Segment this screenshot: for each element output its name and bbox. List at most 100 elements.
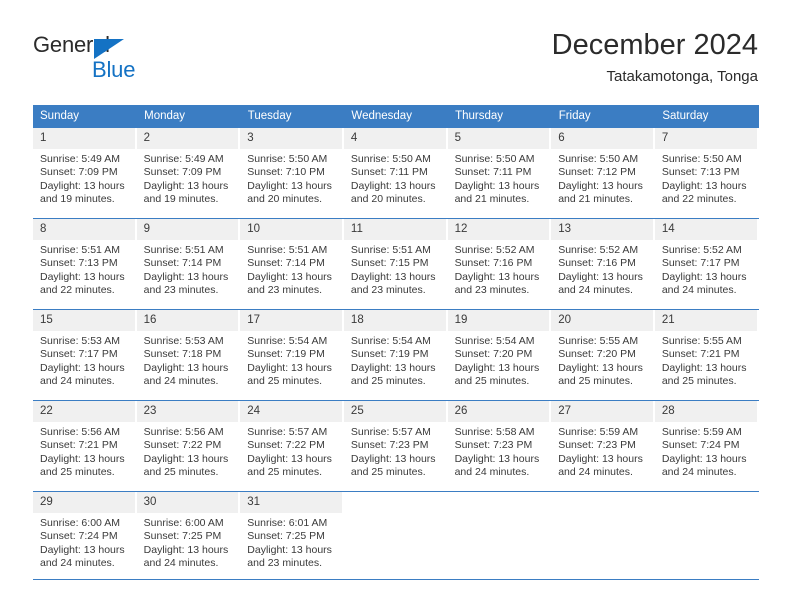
sunset-text: Sunset: 7:23 PM [350, 439, 429, 452]
sunset-text: Sunset: 7:14 PM [247, 257, 325, 270]
day-details: Sunrise: 5:59 AM Sunset: 7:24 PM Dayligh… [655, 422, 759, 479]
sunset-text: Sunset: 7:22 PM [247, 439, 325, 452]
daylight-text-line2: and 23 minutes. [247, 556, 322, 569]
day-number: 18 [343, 310, 448, 331]
daylight-text-line2: and 24 minutes. [661, 465, 737, 478]
day-cell[interactable]: 1 Sunrise: 5:49 AM Sunset: 7:09 PM Dayli… [33, 127, 137, 219]
calendar-week-row: 22 Sunrise: 5:56 AM Sunset: 7:21 PM Dayl… [33, 400, 759, 492]
sunrise-text: Sunrise: 5:49 AM [40, 153, 120, 165]
sunrise-text: Sunrise: 5:54 AM [247, 335, 328, 347]
day-cell[interactable]: 23 Sunrise: 5:56 AM Sunset: 7:22 PM Dayl… [136, 400, 241, 492]
sunset-text: Sunset: 7:25 PM [143, 530, 222, 543]
daylight-text-line1: Daylight: 13 hours [350, 179, 436, 192]
day-details: Sunrise: 5:49 AM Sunset: 7:09 PM Dayligh… [137, 149, 241, 206]
day-cell[interactable]: 7 Sunrise: 5:50 AM Sunset: 7:13 PM Dayli… [654, 127, 759, 219]
calendar-week-row: 1 Sunrise: 5:49 AM Sunset: 7:09 PM Dayli… [33, 127, 759, 219]
day-cell[interactable]: 28 Sunrise: 5:59 AM Sunset: 7:24 PM Dayl… [654, 400, 759, 492]
day-cell[interactable]: 11 Sunrise: 5:51 AM Sunset: 7:15 PM Dayl… [343, 218, 448, 310]
daylight-text-line2: and 25 minutes. [40, 465, 115, 478]
daylight-text-line1: Daylight: 13 hours [247, 179, 332, 192]
sunrise-text: Sunrise: 5:54 AM [350, 335, 431, 347]
sunset-text: Sunset: 7:12 PM [558, 166, 636, 179]
day-details: Sunrise: 5:51 AM Sunset: 7:14 PM Dayligh… [137, 240, 241, 297]
page-title: December 2024 [551, 29, 758, 61]
general-blue-logo[interactable]: General Blue [33, 33, 153, 82]
day-cell[interactable]: 13 Sunrise: 5:52 AM Sunset: 7:16 PM Dayl… [551, 218, 655, 310]
day-cell-empty [654, 491, 759, 582]
daylight-text-line2: and 24 minutes. [40, 374, 115, 387]
day-details: Sunrise: 5:56 AM Sunset: 7:22 PM Dayligh… [137, 422, 241, 479]
day-cell[interactable]: 14 Sunrise: 5:52 AM Sunset: 7:17 PM Dayl… [654, 218, 759, 310]
sunrise-text: Sunrise: 5:49 AM [143, 153, 224, 165]
sunset-text: Sunset: 7:21 PM [661, 348, 740, 361]
day-details: Sunrise: 5:53 AM Sunset: 7:18 PM Dayligh… [137, 331, 241, 388]
day-cell[interactable]: 9 Sunrise: 5:51 AM Sunset: 7:14 PM Dayli… [136, 218, 241, 310]
day-details: Sunrise: 6:01 AM Sunset: 7:25 PM Dayligh… [240, 513, 344, 570]
day-cell[interactable]: 4 Sunrise: 5:50 AM Sunset: 7:11 PM Dayli… [343, 127, 448, 219]
day-number: 27 [551, 401, 655, 422]
calendar-week-row: 29 Sunrise: 6:00 AM Sunset: 7:24 PM Dayl… [33, 491, 759, 582]
weekday-header-tuesday: Tuesday [240, 105, 345, 128]
day-cell[interactable]: 27 Sunrise: 5:59 AM Sunset: 7:23 PM Dayl… [551, 400, 655, 492]
sunrise-text: Sunrise: 5:56 AM [40, 426, 120, 438]
day-cell[interactable]: 24 Sunrise: 5:57 AM Sunset: 7:22 PM Dayl… [240, 400, 344, 492]
sunrise-text: Sunrise: 5:51 AM [247, 244, 328, 256]
day-cell[interactable]: 21 Sunrise: 5:55 AM Sunset: 7:21 PM Dayl… [654, 309, 759, 401]
day-number: 19 [447, 310, 552, 331]
daylight-text-line1: Daylight: 13 hours [661, 179, 747, 192]
sunrise-text: Sunrise: 5:57 AM [350, 426, 431, 438]
day-cell[interactable]: 20 Sunrise: 5:55 AM Sunset: 7:20 PM Dayl… [551, 309, 655, 401]
day-cell[interactable]: 10 Sunrise: 5:51 AM Sunset: 7:14 PM Dayl… [240, 218, 344, 310]
day-cell[interactable]: 19 Sunrise: 5:54 AM Sunset: 7:20 PM Dayl… [447, 309, 552, 401]
sunset-text: Sunset: 7:14 PM [143, 257, 222, 270]
day-number: 12 [447, 219, 552, 240]
daylight-text-line2: and 23 minutes. [454, 283, 530, 296]
sunset-text: Sunset: 7:20 PM [558, 348, 636, 361]
day-cell[interactable]: 8 Sunrise: 5:51 AM Sunset: 7:13 PM Dayli… [33, 218, 137, 310]
sunrise-text: Sunrise: 6:00 AM [40, 517, 120, 529]
day-number: 21 [654, 310, 759, 331]
sunrise-text: Sunrise: 5:55 AM [558, 335, 639, 347]
day-cell[interactable]: 25 Sunrise: 5:57 AM Sunset: 7:23 PM Dayl… [343, 400, 448, 492]
day-details: Sunrise: 5:50 AM Sunset: 7:11 PM Dayligh… [344, 149, 448, 206]
sunrise-text: Sunrise: 5:52 AM [661, 244, 742, 256]
day-number: 22 [33, 401, 137, 422]
daylight-text-line1: Daylight: 13 hours [558, 452, 643, 465]
daylight-text-line1: Daylight: 13 hours [454, 452, 540, 465]
day-cell[interactable]: 5 Sunrise: 5:50 AM Sunset: 7:11 PM Dayli… [447, 127, 552, 219]
day-cell[interactable]: 15 Sunrise: 5:53 AM Sunset: 7:17 PM Dayl… [33, 309, 137, 401]
day-cell[interactable]: 26 Sunrise: 5:58 AM Sunset: 7:23 PM Dayl… [447, 400, 552, 492]
day-cell[interactable]: 31 Sunrise: 6:01 AM Sunset: 7:25 PM Dayl… [240, 491, 344, 582]
day-number [551, 492, 655, 513]
day-number: 24 [240, 401, 344, 422]
day-cell[interactable]: 18 Sunrise: 5:54 AM Sunset: 7:19 PM Dayl… [343, 309, 448, 401]
day-cell[interactable]: 3 Sunrise: 5:50 AM Sunset: 7:10 PM Dayli… [240, 127, 344, 219]
day-cell[interactable]: 30 Sunrise: 6:00 AM Sunset: 7:25 PM Dayl… [136, 491, 241, 582]
day-cell[interactable]: 2 Sunrise: 5:49 AM Sunset: 7:09 PM Dayli… [136, 127, 241, 219]
day-number: 4 [343, 128, 448, 149]
day-number: 7 [654, 128, 759, 149]
daylight-text-line1: Daylight: 13 hours [247, 361, 332, 374]
day-cell[interactable]: 17 Sunrise: 5:54 AM Sunset: 7:19 PM Dayl… [240, 309, 344, 401]
sunrise-text: Sunrise: 5:53 AM [40, 335, 120, 347]
weekday-header-wednesday: Wednesday [343, 105, 449, 128]
day-cell[interactable]: 16 Sunrise: 5:53 AM Sunset: 7:18 PM Dayl… [136, 309, 241, 401]
title-block: December 2024 Tatakamotonga, Tonga [552, 28, 758, 87]
daylight-text-line2: and 24 minutes. [558, 283, 633, 296]
daylight-text-line1: Daylight: 13 hours [661, 270, 747, 283]
daylight-text-line1: Daylight: 13 hours [143, 452, 229, 465]
sunrise-text: Sunrise: 5:52 AM [454, 244, 535, 256]
daylight-text-line1: Daylight: 13 hours [40, 543, 125, 556]
day-cell[interactable]: 6 Sunrise: 5:50 AM Sunset: 7:12 PM Dayli… [551, 127, 655, 219]
day-cell[interactable]: 29 Sunrise: 6:00 AM Sunset: 7:24 PM Dayl… [33, 491, 137, 582]
day-number: 28 [654, 401, 759, 422]
daylight-text-line2: and 22 minutes. [40, 283, 115, 296]
daylight-text-line2: and 22 minutes. [661, 192, 737, 205]
day-number: 17 [240, 310, 344, 331]
day-cell[interactable]: 12 Sunrise: 5:52 AM Sunset: 7:16 PM Dayl… [447, 218, 552, 310]
daylight-text-line1: Daylight: 13 hours [143, 543, 229, 556]
daylight-text-line2: and 25 minutes. [143, 465, 219, 478]
daylight-text-line1: Daylight: 13 hours [350, 452, 436, 465]
day-number [448, 492, 552, 513]
day-cell[interactable]: 22 Sunrise: 5:56 AM Sunset: 7:21 PM Dayl… [33, 400, 137, 492]
